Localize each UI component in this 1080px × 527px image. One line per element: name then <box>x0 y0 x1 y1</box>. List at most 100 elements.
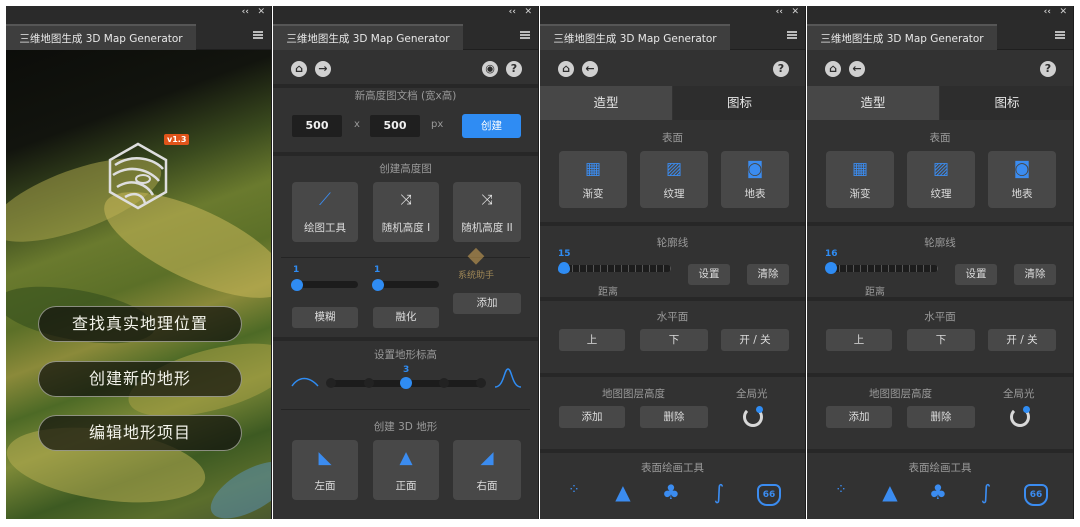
texture-button[interactable]: ▨ 纹理 <box>640 151 708 208</box>
layer-add-button[interactable]: 添加 <box>559 406 625 428</box>
ground-button[interactable]: ◙ 地表 <box>988 151 1056 208</box>
home-icon[interactable]: ⌂ <box>291 61 307 77</box>
app-logo <box>103 141 173 211</box>
contour-slider-handle[interactable] <box>558 262 570 274</box>
back-icon[interactable]: ← <box>582 61 598 77</box>
elevation-stop[interactable] <box>363 378 374 388</box>
road-sign-icon[interactable]: 66 <box>757 484 781 506</box>
gradient-button[interactable]: ▦ 渐变 <box>559 151 627 208</box>
contour-value: 16 <box>825 249 838 259</box>
add-button[interactable]: 添加 <box>453 293 521 314</box>
texture-label: 纹理 <box>663 188 685 200</box>
panel-tab[interactable]: 三维地图生成 3D Map Generator <box>6 24 196 50</box>
home-icon[interactable]: ⌂ <box>825 61 841 77</box>
close-icon[interactable]: ✕ <box>791 7 799 17</box>
width-input[interactable]: 500 <box>292 115 342 137</box>
toggle-button[interactable]: 开 / 关 <box>988 329 1056 351</box>
shuffle-icon: ⤨ <box>400 192 412 208</box>
height-input[interactable]: 500 <box>370 115 420 137</box>
ground-button[interactable]: ◙ 地表 <box>721 151 789 208</box>
gradient-button[interactable]: ▦ 渐变 <box>826 151 894 208</box>
contour-slider[interactable] <box>826 265 938 272</box>
contour-set-button[interactable]: 设置 <box>955 264 997 285</box>
panel-tab[interactable]: 三维地图生成 3D Map Generator <box>807 24 997 50</box>
collapse-icon[interactable]: ‹‹ <box>509 7 516 17</box>
left-view-button[interactable]: ◣ 左面 <box>292 440 358 500</box>
toggle-button[interactable]: 开 / 关 <box>721 329 789 351</box>
up-button[interactable]: 上 <box>559 329 625 351</box>
river-icon[interactable]: ∫ <box>706 480 732 504</box>
elevation-stop[interactable] <box>438 378 449 388</box>
contour-clear-button[interactable]: 清除 <box>747 264 789 285</box>
close-icon[interactable]: ✕ <box>524 7 532 17</box>
high-elevation-icon <box>494 368 522 392</box>
up-button[interactable]: 上 <box>826 329 892 351</box>
collapse-icon[interactable]: ‹‹ <box>242 7 249 17</box>
collapse-icon[interactable]: ‹‹ <box>1044 7 1051 17</box>
layer-delete-button[interactable]: 删除 <box>640 406 708 428</box>
editor-panel-b: ‹‹ ✕ 三维地图生成 3D Map Generator ⌂ ← ? 造型 图标… <box>807 6 1074 519</box>
globe-icon[interactable]: ◉ <box>482 61 498 77</box>
horizontal-label: 水平面 <box>924 311 956 323</box>
home-icon[interactable]: ⌂ <box>558 61 574 77</box>
contour-clear-button[interactable]: 清除 <box>1014 264 1056 285</box>
edit-terrain-project-button[interactable]: 编辑地形项目 <box>38 415 242 451</box>
panel-tab[interactable]: 三维地图生成 3D Map Generator <box>273 24 463 50</box>
contour-set-button[interactable]: 设置 <box>688 264 730 285</box>
tab-shape[interactable]: 造型 <box>540 86 672 120</box>
elevation-slider-handle[interactable] <box>400 377 412 389</box>
tab-icons[interactable]: 图标 <box>673 86 805 120</box>
rocks-icon[interactable]: ⁘ <box>561 482 587 498</box>
new-doc-label: 新高度图文档 (宽x高) <box>354 90 457 102</box>
close-icon[interactable]: ✕ <box>257 7 265 17</box>
down-button[interactable]: 下 <box>640 329 708 351</box>
pine-tree-icon[interactable]: ▲ <box>610 480 636 504</box>
find-real-location-button[interactable]: 查找真实地理位置 <box>38 306 242 342</box>
tree-icon[interactable]: ♣ <box>925 480 951 504</box>
menu-icon[interactable] <box>253 31 263 39</box>
menu-icon[interactable] <box>520 31 530 39</box>
random-height-2-button[interactable]: ⤨ 随机高度 II <box>453 182 521 242</box>
menu-icon[interactable] <box>1055 31 1065 39</box>
help-icon[interactable]: ? <box>1040 61 1056 77</box>
elevation-stop[interactable] <box>326 378 336 388</box>
collapse-icon[interactable]: ‹‹ <box>776 7 783 17</box>
random-height-1-button[interactable]: ⤨ 随机高度 I <box>373 182 439 242</box>
blur-slider-handle[interactable] <box>291 279 303 291</box>
texture-label: 纹理 <box>930 188 952 200</box>
tab-icons[interactable]: 图标 <box>940 86 1073 120</box>
river-icon[interactable]: ∫ <box>973 480 999 504</box>
create-new-terrain-button[interactable]: 创建新的地形 <box>38 361 242 397</box>
panel-tab-bar: 三维地图生成 3D Map Generator <box>540 20 805 50</box>
road-sign-icon[interactable]: 66 <box>1024 484 1048 506</box>
contour-slider-handle[interactable] <box>825 262 837 274</box>
create-doc-button[interactable]: 创建 <box>462 114 521 138</box>
layer-add-button[interactable]: 添加 <box>826 406 892 428</box>
panel-tab[interactable]: 三维地图生成 3D Map Generator <box>540 24 730 50</box>
texture-button[interactable]: ▨ 纹理 <box>907 151 975 208</box>
help-icon[interactable]: ? <box>506 61 522 77</box>
down-button[interactable]: 下 <box>907 329 975 351</box>
right-view-button[interactable]: ◢ 右面 <box>453 440 521 500</box>
tab-shape[interactable]: 造型 <box>807 86 939 120</box>
back-icon[interactable]: ← <box>849 61 865 77</box>
elevation-stop[interactable] <box>476 378 486 388</box>
nav-row: ⌂ ← ? <box>807 51 1073 86</box>
watermark-icon: ◆ <box>467 243 485 268</box>
global-light-dot <box>756 406 763 413</box>
pine-tree-icon[interactable]: ▲ <box>877 480 903 504</box>
close-icon[interactable]: ✕ <box>1059 7 1067 17</box>
forward-icon[interactable]: → <box>315 61 331 77</box>
contour-label: 轮廓线 <box>924 237 956 249</box>
draw-tool-button[interactable]: ⟋ 绘图工具 <box>292 182 358 242</box>
contour-slider[interactable] <box>559 265 671 272</box>
melt-slider-handle[interactable] <box>372 279 384 291</box>
melt-button[interactable]: 融化 <box>373 307 439 328</box>
front-view-button[interactable]: ▲ 正面 <box>373 440 439 500</box>
rocks-icon[interactable]: ⁘ <box>828 482 854 498</box>
menu-icon[interactable] <box>787 31 797 39</box>
layer-delete-button[interactable]: 删除 <box>907 406 975 428</box>
blur-button[interactable]: 模糊 <box>292 307 358 328</box>
tree-icon[interactable]: ♣ <box>658 480 684 504</box>
help-icon[interactable]: ? <box>773 61 789 77</box>
